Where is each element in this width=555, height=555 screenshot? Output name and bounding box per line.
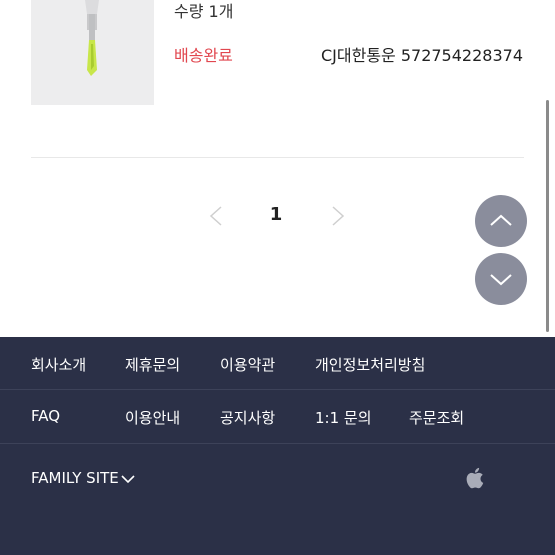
chevron-left-icon	[209, 206, 222, 226]
footer-link-terms[interactable]: 이용약관	[220, 354, 275, 375]
footer-divider	[0, 443, 555, 444]
arrow-down-icon	[490, 274, 512, 286]
footer: 회사소개 제휴문의 이용약관 개인정보처리방침 FAQ 이용안내 공지사항 1:…	[0, 337, 555, 555]
tracking-number[interactable]: CJ대한통운 572754228374	[321, 42, 523, 66]
chevron-down-icon	[121, 474, 135, 483]
pagination-current-page[interactable]: 1	[266, 204, 286, 225]
footer-link-privacy[interactable]: 개인정보처리방침	[315, 354, 425, 375]
family-site-label: FAMILY SITE	[31, 469, 119, 487]
footer-links-row: 회사소개 제휴문의 이용약관 개인정보처리방침	[0, 337, 555, 389]
footer-link-order-lookup[interactable]: 주문조회	[409, 407, 464, 428]
footer-link-notice[interactable]: 공지사항	[220, 407, 275, 428]
footer-link-faq[interactable]: FAQ	[31, 407, 60, 425]
footer-link-guide[interactable]: 이용안내	[125, 407, 180, 428]
delivery-status: 배송완료	[174, 46, 233, 65]
arrow-up-icon	[490, 214, 512, 226]
chevron-right-icon	[332, 206, 345, 226]
scrollbar[interactable]	[546, 100, 549, 332]
apple-icon[interactable]	[464, 465, 488, 491]
footer-links-row: FAQ 이용안내 공지사항 1:1 문의 주문조회	[0, 390, 555, 442]
divider	[31, 157, 524, 158]
pagination-prev-button[interactable]	[204, 204, 228, 228]
pagination-next-button[interactable]	[326, 204, 350, 228]
family-site-dropdown[interactable]: FAMILY SITE	[31, 469, 135, 487]
product-thumbnail[interactable]	[31, 0, 154, 105]
scroll-bottom-button[interactable]	[475, 253, 527, 305]
scroll-top-button[interactable]	[475, 195, 527, 247]
order-quantity: 수량 1개	[174, 2, 234, 21]
footer-link-partnership[interactable]: 제휴문의	[125, 354, 180, 375]
footer-link-company[interactable]: 회사소개	[31, 354, 86, 375]
footer-link-inquiry[interactable]: 1:1 문의	[315, 407, 372, 428]
